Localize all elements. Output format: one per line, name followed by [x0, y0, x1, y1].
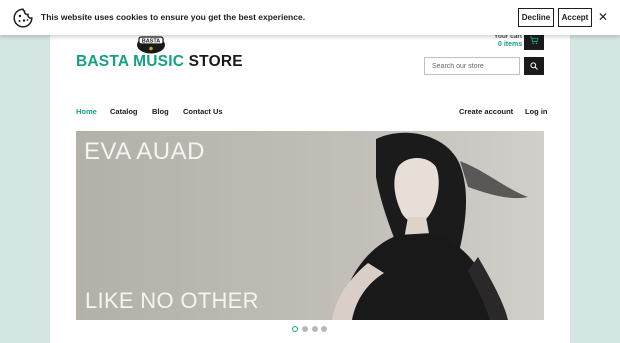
- logo-name-primary: BASTA MUSIC: [76, 53, 185, 70]
- login-link[interactable]: Log in: [525, 107, 548, 116]
- cart-count[interactable]: 0 items: [498, 41, 522, 48]
- cookie-icon: [13, 8, 33, 28]
- cookie-message: This website uses cookies to ensure you …: [41, 12, 306, 22]
- slide-dot-3[interactable]: [312, 326, 318, 332]
- nav-home[interactable]: Home: [76, 107, 97, 116]
- slideshow-dots: [292, 326, 332, 334]
- slide-dot-2[interactable]: [302, 326, 308, 332]
- cart-icon: [530, 36, 539, 45]
- hero-slide[interactable]: EVA AUAD LIKE NO OTHER: [76, 131, 544, 320]
- hero-title: EVA AUAD: [84, 138, 205, 165]
- create-account-link[interactable]: Create account: [459, 107, 513, 116]
- search-button[interactable]: [524, 57, 544, 75]
- slide-dot-4[interactable]: [321, 326, 327, 332]
- logo-wordmark[interactable]: BASTA MUSIC STORE: [76, 53, 243, 71]
- close-icon[interactable]: ✕: [598, 11, 608, 23]
- search-input[interactable]: [424, 57, 520, 75]
- slide-dot-1[interactable]: [292, 326, 298, 332]
- logo-badge-text: BASTA: [142, 39, 161, 45]
- hero-subtitle: LIKE NO OTHER: [85, 288, 259, 313]
- decline-cookies-button[interactable]: Decline: [518, 8, 554, 27]
- search-icon: [530, 62, 538, 70]
- nav-catalog[interactable]: Catalog: [110, 107, 138, 116]
- nav-blog[interactable]: Blog: [152, 107, 169, 116]
- nav-contact-us[interactable]: Contact Us: [183, 107, 223, 116]
- record-badge-icon: BASTA: [137, 36, 165, 54]
- accept-cookies-button[interactable]: Accept: [558, 8, 592, 27]
- cookie-banner: This website uses cookies to ensure you …: [0, 0, 620, 35]
- logo-name-secondary: STORE: [188, 53, 243, 70]
